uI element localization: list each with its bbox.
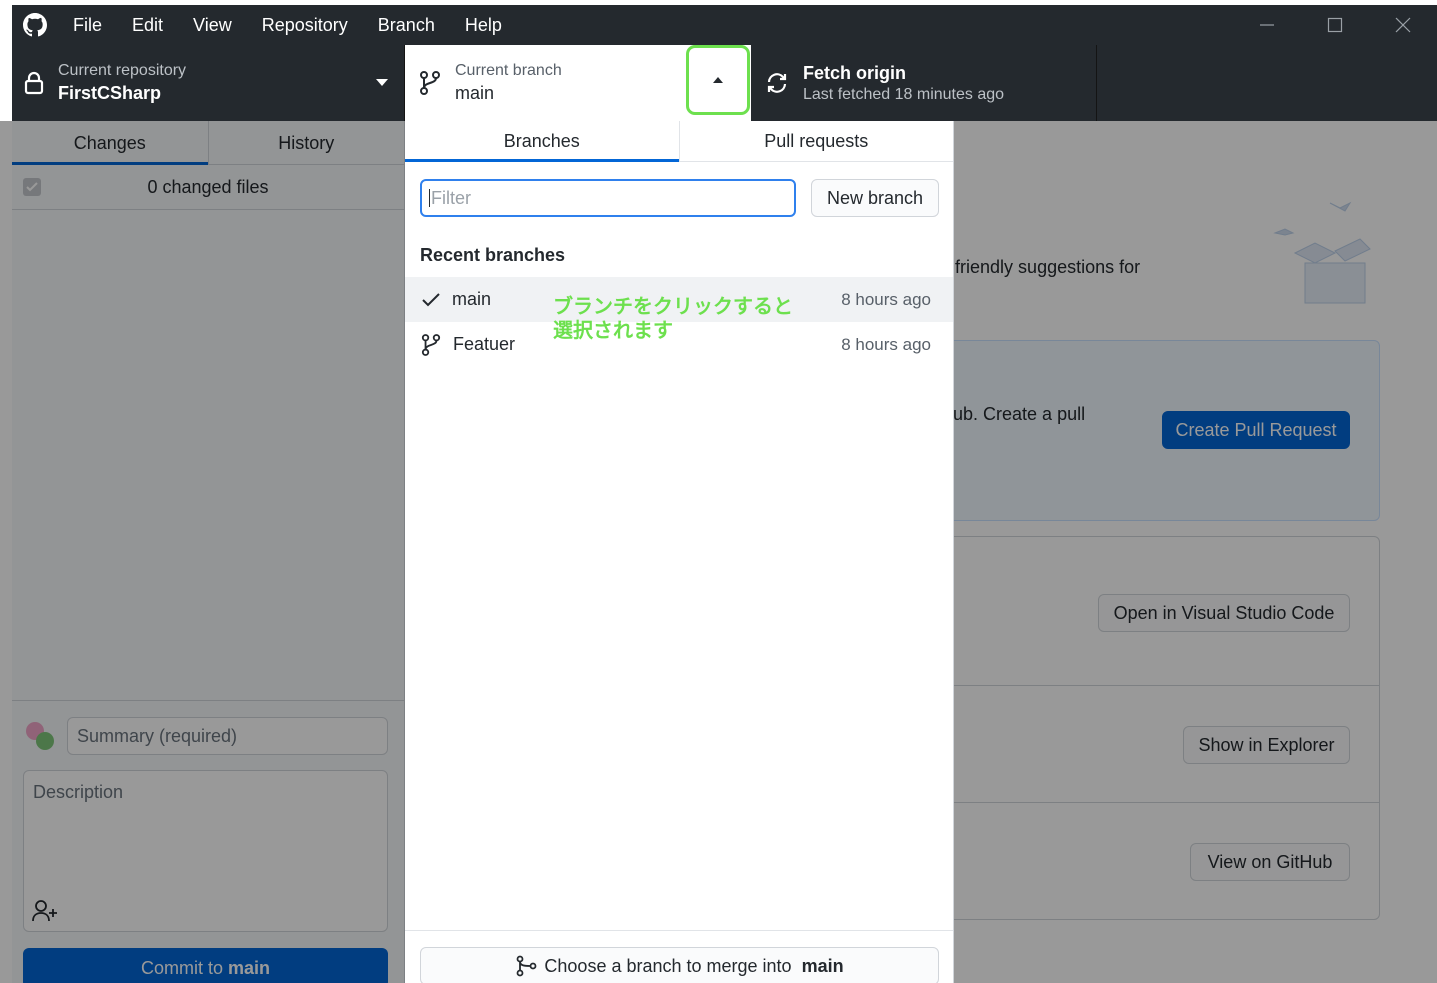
chevron-down-icon xyxy=(376,79,388,86)
changed-files-header: 0 changed files xyxy=(12,165,404,210)
github-logo-icon xyxy=(12,5,58,45)
description-placeholder: Description xyxy=(33,782,124,802)
boxes-illustration-icon xyxy=(1273,201,1371,304)
branch-dropdown-toggle[interactable] xyxy=(686,45,750,115)
show-explorer-card: Show in Explorer xyxy=(887,686,1380,803)
tab-history[interactable]: History xyxy=(207,121,405,164)
menu-edit[interactable]: Edit xyxy=(117,5,178,45)
open-editor-card: Open in Visual Studio Code xyxy=(887,536,1380,686)
merge-branch-button[interactable]: Choose a branch to merge into main xyxy=(420,947,939,983)
window-controls xyxy=(1233,5,1437,45)
add-coauthor-icon[interactable] xyxy=(32,899,58,923)
tab-branches[interactable]: Branches xyxy=(405,121,679,162)
branch-filter-input[interactable]: Filter xyxy=(420,179,796,217)
commit-button[interactable]: Commit to main xyxy=(23,948,388,983)
create-pr-text: ub. Create a pull xyxy=(953,404,1086,424)
menu-bar: File Edit View Repository Branch Help xyxy=(58,5,517,45)
menu-view[interactable]: View xyxy=(178,5,247,45)
check-icon xyxy=(422,292,440,306)
git-branch-icon xyxy=(421,333,441,356)
merge-branch-prefix: Choose a branch to merge into xyxy=(544,955,797,976)
toolbar: Current repository FirstCSharp Current b… xyxy=(12,45,1437,121)
tab-changes[interactable]: Changes xyxy=(12,121,208,165)
new-branch-button[interactable]: New branch xyxy=(811,179,939,217)
view-github-card: View on GitHub xyxy=(887,802,1380,920)
merge-branch-target: main xyxy=(801,955,844,976)
branch-dropdown-tabs: Branches Pull requests xyxy=(405,121,953,162)
commit-button-branch: main xyxy=(228,958,271,978)
avatar xyxy=(26,722,54,750)
create-pull-request-card: ub. Create a pull Create Pull Request xyxy=(887,340,1380,521)
changed-files-count: 0 changed files xyxy=(147,176,269,197)
commit-button-prefix: Commit to xyxy=(140,958,228,978)
git-branch-icon xyxy=(420,71,440,95)
menu-file[interactable]: File xyxy=(58,5,117,45)
current-repository-button[interactable]: Current repository FirstCSharp xyxy=(12,45,405,121)
close-icon[interactable] xyxy=(1369,5,1437,45)
sidebar: Changes History 0 changed files Summary … xyxy=(12,121,405,983)
open-vscode-button[interactable]: Open in Visual Studio Code xyxy=(1098,594,1350,632)
branch-name: main xyxy=(452,289,492,309)
fetch-origin-subtitle: Last fetched 18 minutes ago xyxy=(803,86,1005,103)
annotation-line-1: ブランチをクリックすると xyxy=(553,294,793,318)
tab-pull-requests[interactable]: Pull requests xyxy=(678,121,954,161)
description-input[interactable]: Description xyxy=(23,770,388,932)
current-branch-button[interactable]: Current branch main xyxy=(405,45,751,121)
annotation-line-2: 選択されます xyxy=(553,318,673,342)
git-merge-icon xyxy=(517,955,537,977)
maximize-icon[interactable] xyxy=(1301,5,1369,45)
branch-time: 8 hours ago xyxy=(841,289,931,309)
branch-dropdown: Branches Pull requests Filter New branch… xyxy=(405,121,954,983)
show-in-explorer-button[interactable]: Show in Explorer xyxy=(1183,726,1350,764)
view-on-github-button[interactable]: View on GitHub xyxy=(1190,843,1350,881)
current-branch-name: main xyxy=(455,83,495,103)
create-pull-request-button[interactable]: Create Pull Request xyxy=(1162,411,1350,449)
menu-branch[interactable]: Branch xyxy=(363,5,450,45)
fetch-origin-button[interactable]: Fetch origin Last fetched 18 minutes ago xyxy=(751,45,1097,121)
summary-input[interactable]: Summary (required) xyxy=(67,717,388,755)
current-repository-name: FirstCSharp xyxy=(58,83,162,103)
branch-name: Featuer xyxy=(453,334,516,354)
current-branch-label: Current branch xyxy=(455,62,562,79)
title-bar: File Edit View Repository Branch Help xyxy=(12,5,1437,45)
minimize-icon[interactable] xyxy=(1233,5,1301,45)
annotation-callout: ブランチをクリックすると 選択されます xyxy=(553,294,793,342)
current-repository-label: Current repository xyxy=(58,62,187,79)
sidebar-tabs: Changes History xyxy=(12,121,404,165)
commit-form: Summary (required) Description Commit to… xyxy=(12,700,404,983)
fetch-origin-title: Fetch origin xyxy=(803,63,906,83)
menu-repository[interactable]: Repository xyxy=(247,5,363,45)
recent-branches-header: Recent branches xyxy=(420,245,566,265)
branch-dropdown-footer: Choose a branch to merge into main xyxy=(405,930,953,983)
chevron-up-icon xyxy=(713,77,723,83)
lock-icon xyxy=(24,71,44,95)
menu-help[interactable]: Help xyxy=(450,5,517,45)
sync-icon xyxy=(767,73,787,93)
branch-time: 8 hours ago xyxy=(841,334,931,354)
